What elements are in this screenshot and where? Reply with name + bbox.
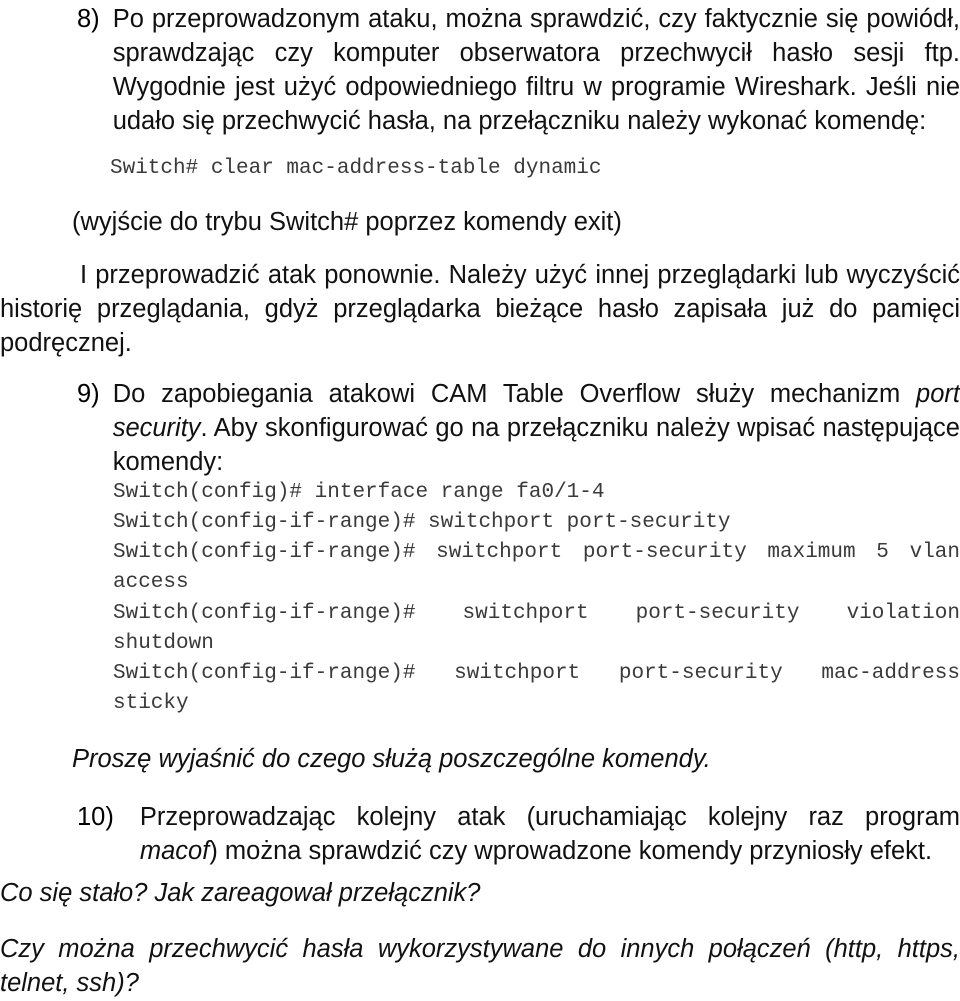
item-9-closing-note-text: Proszę wyjaśnić do czego służą poszczegó… (72, 745, 711, 773)
item-10-paragraph-part1: Przeprowadzając kolejny atak (uruchamiaj… (139, 803, 960, 831)
list-item-9: 9) Do zapobiegania atakowi CAM Table Ove… (77, 377, 960, 479)
item-8-followup: I przeprowadzić atak ponownie. Należy uż… (0, 258, 960, 360)
item-10-paragraph-emphasis: macof (139, 837, 210, 865)
item-9-paragraph-part1: Do zapobiegania atakowi CAM Table Overfl… (112, 380, 917, 408)
question-2-text: Czy można przechwycić hasła wykorzystywa… (0, 935, 960, 997)
item-8-command-line: Switch# clear mac-address-table dynamic (110, 154, 960, 184)
item-9-command-1: Switch(config)# interface range fa0/1-4 (113, 478, 960, 508)
question-1: Co się stało? Jak zareagował przełącznik… (0, 876, 960, 910)
item-9-command-5: Switch(config-if-range)# switchport port… (113, 659, 960, 749)
item-9-closing-note: Proszę wyjaśnić do czego służą poszczegó… (72, 742, 960, 776)
list-item-10-number: 10) (77, 803, 114, 831)
item-9-paragraph-part2: . Aby skonfigurować go na przełączniku n… (112, 414, 960, 476)
list-item-8: 8) Po przeprowadzonym ataku, można spraw… (77, 2, 960, 138)
item-8-followup-text: I przeprowadzić atak ponownie. Należy uż… (0, 261, 960, 357)
command-switchport-port-security: Switch(config-if-range)# switchport port… (113, 511, 731, 534)
list-item-9-paragraph: Do zapobiegania atakowi CAM Table Overfl… (113, 377, 960, 479)
item-10-paragraph-part2: ) można sprawdzić czy wprowadzone komend… (209, 837, 933, 865)
command-clear-mac-address-table: Switch# clear mac-address-table dynamic (110, 157, 602, 180)
command-interface-range: Switch(config)# interface range fa0/1-4 (113, 481, 605, 504)
list-item-9-number: 9) (77, 380, 100, 408)
question-2: Czy można przechwycić hasła wykorzystywa… (0, 932, 960, 1000)
question-1-text: Co się stało? Jak zareagował przełącznik… (0, 879, 481, 907)
command-port-security-mac-address-sticky: Switch(config-if-range)# switchport port… (113, 662, 960, 715)
list-item-10: 10) Przeprowadzając kolejny atak (urucha… (77, 800, 960, 868)
list-item-8-paragraph: Po przeprowadzonym ataku, można sprawdzi… (112, 5, 960, 135)
list-item-10-paragraph: Przeprowadzając kolejny atak (uruchamiaj… (140, 800, 960, 868)
item-9-command-2: Switch(config-if-range)# switchport port… (113, 508, 960, 538)
list-item-8-number: 8) (77, 5, 100, 33)
document-page: 8) Po przeprowadzonym ataku, można spraw… (0, 0, 960, 1001)
item-8-note-text: (wyjście do trybu Switch# poprzez komend… (72, 208, 622, 236)
item-8-note: (wyjście do trybu Switch# poprzez komend… (72, 205, 960, 239)
